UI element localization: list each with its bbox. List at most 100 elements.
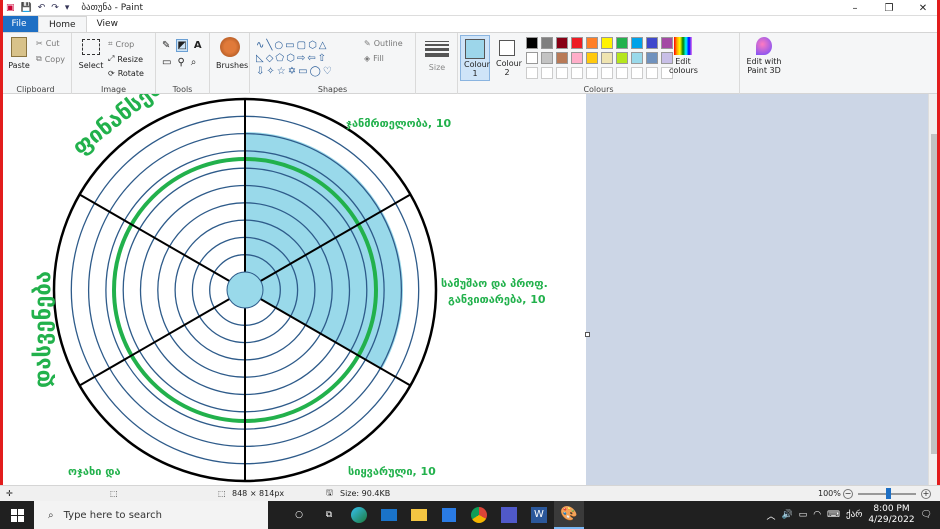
custom-colour-slot[interactable]	[616, 67, 628, 79]
resize-button[interactable]: ⤢ Resize	[108, 54, 143, 64]
mail-icon[interactable]	[374, 501, 404, 529]
palette-swatch[interactable]	[541, 52, 553, 64]
cut-button[interactable]: ✂ Cut	[36, 39, 60, 48]
shapes-gallery[interactable]: ∿╲○▭▢⬡△ ◺◇⬠⬡⇨⇦⇧ ⇩✧☆✡▭◯♡	[256, 39, 356, 81]
custom-colour-slot[interactable]	[556, 67, 568, 79]
task-view-icon[interactable]: ⧉	[314, 501, 344, 529]
palette-swatch[interactable]	[616, 52, 628, 64]
notifications-icon[interactable]: 🗨	[921, 510, 932, 520]
brushes-button[interactable]: Brushes	[216, 37, 248, 70]
magnifier-icon[interactable]: ⌕	[191, 57, 197, 68]
close-button[interactable]: ✕	[906, 0, 940, 16]
colour1-button[interactable]: Colour 1	[460, 35, 490, 81]
keyboard-icon[interactable]: ⌨	[827, 510, 840, 520]
zoom-out-button[interactable]: −	[843, 488, 853, 499]
edge-icon[interactable]	[344, 501, 374, 529]
paint-taskbar-icon[interactable]: 🎨	[554, 501, 584, 529]
edit-with-paint3d-button[interactable]: Edit with Paint 3D	[744, 37, 784, 75]
tab-file[interactable]: File	[0, 16, 38, 32]
palette-swatch[interactable]	[631, 37, 643, 49]
select-button[interactable]: Select	[78, 39, 104, 70]
rect-shape-icon[interactable]: ▭	[285, 40, 296, 51]
undo-icon[interactable]: ↶	[38, 3, 46, 13]
pentagon-shape-icon[interactable]: ⬠	[275, 53, 286, 64]
hexagon-shape-icon[interactable]: ⬡	[286, 53, 297, 64]
save-icon[interactable]: 💾	[21, 3, 32, 13]
palette-swatch[interactable]	[646, 52, 658, 64]
customize-quick-access-icon[interactable]: ▾	[65, 3, 70, 13]
text-icon[interactable]: A	[194, 40, 202, 51]
volume-icon[interactable]: 🔊	[781, 510, 792, 520]
colour2-button[interactable]: Colour 2	[492, 35, 522, 81]
triangle-shape-icon[interactable]: △	[319, 40, 329, 51]
edit-colours-button[interactable]: Edit colours	[668, 37, 698, 75]
zoom-slider[interactable]	[858, 488, 916, 499]
arrow-down-shape-icon[interactable]: ⇩	[256, 66, 266, 77]
star4-shape-icon[interactable]: ✧	[266, 66, 276, 77]
word-icon[interactable]: W	[524, 501, 554, 529]
outline-button[interactable]: ✎ Outline	[364, 39, 403, 48]
palette-swatch[interactable]	[601, 37, 613, 49]
arrow-up-shape-icon[interactable]: ⇧	[318, 53, 328, 64]
oval-callout-shape-icon[interactable]: ◯	[310, 66, 323, 77]
rounded-rect-shape-icon[interactable]: ▢	[297, 40, 308, 51]
curve-shape-icon[interactable]: ∿	[256, 40, 266, 51]
paste-button[interactable]: Paste	[6, 37, 32, 70]
drawing-canvas[interactable]: ჯანმრთელობა, 10 სამუშაო და პროფ. განვითა…	[0, 94, 586, 485]
arrow-left-shape-icon[interactable]: ⇦	[307, 53, 317, 64]
heart-shape-icon[interactable]: ♡	[323, 66, 334, 77]
language-indicator[interactable]: ქარ	[846, 510, 862, 520]
diamond-shape-icon[interactable]: ◇	[266, 53, 276, 64]
redo-icon[interactable]: ↷	[51, 3, 59, 13]
fill-bucket-icon[interactable]: ◩	[176, 39, 188, 52]
palette-swatch[interactable]	[646, 37, 658, 49]
size-button[interactable]: Size	[422, 39, 452, 72]
palette-swatch[interactable]	[586, 37, 598, 49]
show-hidden-icons-icon[interactable]: ︿	[766, 509, 775, 522]
clock[interactable]: 8:00 PM 4/29/2022	[868, 504, 914, 526]
palette-swatch[interactable]	[631, 52, 643, 64]
cortana-icon[interactable]: ○	[284, 501, 314, 529]
tab-home[interactable]: Home	[38, 16, 87, 32]
palette-swatch[interactable]	[616, 37, 628, 49]
palette-swatch[interactable]	[526, 52, 538, 64]
file-explorer-icon[interactable]	[404, 501, 434, 529]
callout-shape-icon[interactable]: ▭	[298, 66, 309, 77]
tab-view[interactable]: View	[87, 16, 128, 32]
custom-colour-slot[interactable]	[571, 67, 583, 79]
taskbar-search[interactable]: ⌕ Type here to search	[34, 501, 268, 529]
custom-colour-slot[interactable]	[601, 67, 613, 79]
palette-swatch[interactable]	[586, 52, 598, 64]
copy-button[interactable]: ⧉ Copy	[36, 54, 65, 64]
chrome-icon[interactable]	[464, 501, 494, 529]
polygon-shape-icon[interactable]: ⬡	[308, 40, 319, 51]
zoom-in-button[interactable]: +	[921, 488, 931, 499]
palette-swatch[interactable]	[601, 52, 613, 64]
start-button[interactable]	[0, 501, 34, 529]
palette-swatch[interactable]	[526, 37, 538, 49]
fill-button[interactable]: ◈ Fill	[364, 54, 384, 63]
custom-colour-slot[interactable]	[631, 67, 643, 79]
custom-colour-slot[interactable]	[586, 67, 598, 79]
rotate-button[interactable]: ⟳ Rotate	[108, 69, 144, 78]
battery-icon[interactable]: ▭	[799, 510, 808, 520]
crop-button[interactable]: ⌗ Crop	[108, 39, 134, 49]
teams-icon[interactable]	[494, 501, 524, 529]
color-picker-icon[interactable]: ⚲	[177, 57, 184, 68]
palette-swatch[interactable]	[571, 52, 583, 64]
palette-swatch[interactable]	[541, 37, 553, 49]
palette-swatch[interactable]	[556, 52, 568, 64]
zoom-slider-thumb[interactable]	[886, 488, 891, 499]
palette-swatch[interactable]	[571, 37, 583, 49]
pencil-icon[interactable]: ✎	[162, 40, 170, 51]
palette-swatch[interactable]	[556, 37, 568, 49]
custom-colour-slot[interactable]	[526, 67, 538, 79]
right-triangle-shape-icon[interactable]: ◺	[256, 53, 266, 64]
eraser-icon[interactable]: ▭	[162, 57, 171, 68]
restore-button[interactable]: ❐	[872, 0, 906, 16]
oval-shape-icon[interactable]: ○	[274, 40, 285, 51]
minimize-button[interactable]: –	[838, 0, 872, 16]
canvas-resize-handle[interactable]	[585, 332, 590, 337]
star5-shape-icon[interactable]: ☆	[277, 66, 288, 77]
arrow-right-shape-icon[interactable]: ⇨	[297, 53, 307, 64]
